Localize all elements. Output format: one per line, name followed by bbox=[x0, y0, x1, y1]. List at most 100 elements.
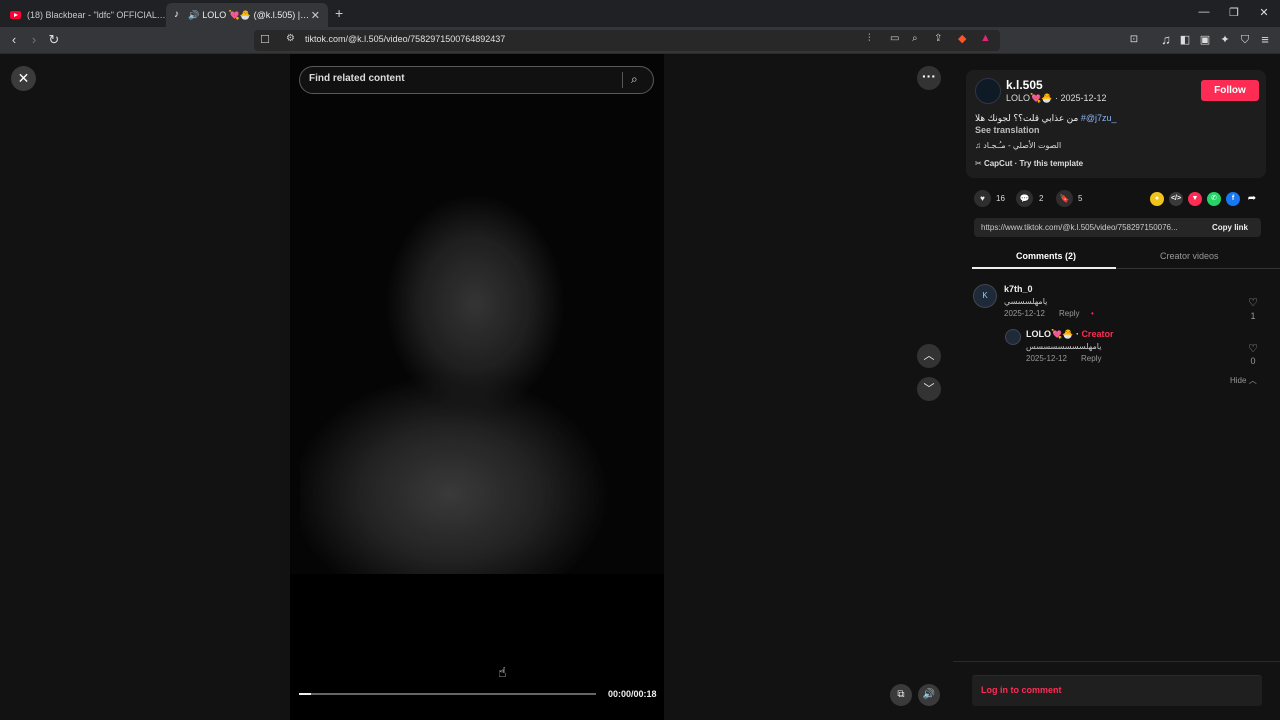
reply-date: 2025-12-12 bbox=[1026, 354, 1067, 363]
search-divider bbox=[622, 72, 623, 88]
capcut-link[interactable]: ✂ CapCut · Try this template bbox=[975, 159, 1083, 168]
reply-text: يامهلسسسسسسسس bbox=[1026, 342, 1102, 351]
bookmark-icon[interactable]: ☐ bbox=[260, 33, 270, 46]
forward-icon[interactable]: › bbox=[26, 32, 42, 48]
commenter-avatar[interactable]: K bbox=[973, 284, 997, 308]
tiktok-icon: ♪ bbox=[174, 9, 179, 20]
browser-tab-youtube[interactable]: (18) Blackbear - "ldfc" OFFICIAL VERS bbox=[0, 3, 166, 27]
comment-date: 2025-12-12 bbox=[1004, 309, 1045, 318]
address-bar[interactable]: ☐ ⚙ tiktok.com/@k.l.505/video/7582971500… bbox=[254, 30, 1000, 51]
mention-link[interactable]: #@j7zu_ bbox=[1081, 113, 1117, 123]
author-avatar[interactable] bbox=[975, 78, 1001, 104]
author-nickname: LOLO💘🐣 bbox=[1006, 93, 1053, 103]
comment-like-icon[interactable]: ♡ bbox=[1246, 296, 1260, 309]
video-frame-person bbox=[300, 194, 650, 574]
vpn-icon[interactable]: ⛉ bbox=[1237, 32, 1253, 48]
video-player[interactable] bbox=[290, 54, 664, 720]
leo-ai-icon[interactable]: ✦ bbox=[1217, 32, 1233, 48]
tab-creator-videos[interactable]: Creator videos bbox=[1160, 251, 1219, 261]
reply-like-icon[interactable]: ♡ bbox=[1246, 342, 1260, 355]
media-icon[interactable]: ♫ bbox=[1158, 32, 1174, 48]
follow-button[interactable]: Follow bbox=[1201, 80, 1259, 101]
browser-toolbar: ‹ › ↻ ☐ ⚙ tiktok.com/@k.l.505/video/7582… bbox=[0, 27, 1280, 54]
speaker-icon: 🔊 bbox=[188, 9, 200, 20]
post-date: 2025-12-12 bbox=[1060, 93, 1107, 103]
cast-icon[interactable]: ▭ bbox=[890, 33, 899, 44]
site-info-icon[interactable]: ⚙ bbox=[286, 33, 295, 44]
window-close-icon[interactable]: ✕ bbox=[1254, 6, 1274, 19]
previous-video-button[interactable]: ︿ bbox=[917, 344, 941, 368]
comment-icon[interactable]: 💬 bbox=[1016, 190, 1033, 207]
new-tab-button[interactable]: + bbox=[335, 5, 343, 21]
share-link-text[interactable]: https://www.tiktok.com/@k.l.505/video/75… bbox=[981, 223, 1204, 232]
volume-button[interactable]: 🔊 bbox=[918, 684, 940, 706]
bookmark-icon[interactable]: 🔖 bbox=[1056, 190, 1073, 207]
mouse-cursor: ☝ bbox=[498, 664, 507, 680]
comment-username[interactable]: k7th_0 bbox=[1004, 284, 1033, 294]
reader-mode-icon[interactable]: ⫶ bbox=[868, 33, 871, 44]
youtube-icon bbox=[10, 11, 21, 19]
related-search-box[interactable]: Find related content ⌕ bbox=[299, 66, 654, 94]
music-title[interactable]: الصوت الأصلي - مـُـجـاد bbox=[983, 141, 1061, 150]
comment-reply-button[interactable]: Reply bbox=[1059, 309, 1079, 318]
see-translation-link[interactable]: See translation bbox=[975, 125, 1040, 135]
comment-like-count: 1 bbox=[1250, 311, 1256, 321]
music-link[interactable]: ♫ الصوت الأصلي - مـُـجـاد bbox=[975, 141, 1061, 150]
browser-tab-strip: (18) Blackbear - "ldfc" OFFICIAL VERS ♪ … bbox=[0, 0, 1280, 27]
whatsapp-icon[interactable]: ✆ bbox=[1207, 192, 1221, 206]
embed-icon[interactable]: </> bbox=[1169, 192, 1183, 206]
close-video-button[interactable]: ✕ bbox=[11, 66, 36, 91]
music-note-icon: ♫ bbox=[975, 141, 984, 150]
share-page-icon[interactable]: ⇪ bbox=[934, 33, 942, 44]
login-to-comment-link[interactable]: Log in to comment bbox=[981, 685, 1062, 695]
progress-bar[interactable] bbox=[299, 693, 596, 695]
copy-link-button[interactable]: Copy link bbox=[1212, 223, 1248, 232]
url-text[interactable]: tiktok.com/@k.l.505/video/75829715007648… bbox=[305, 34, 505, 44]
hide-replies-button[interactable]: Hide ︿ bbox=[1230, 375, 1257, 386]
minimize-icon[interactable]: — bbox=[1194, 6, 1214, 18]
progress-fill bbox=[299, 693, 311, 695]
repost-icon[interactable]: ▼ bbox=[1188, 192, 1202, 206]
panel-tabs: Comments (2) Creator videos bbox=[972, 246, 1280, 269]
back-icon[interactable]: ‹ bbox=[6, 32, 22, 48]
more-options-button[interactable]: ··· bbox=[917, 66, 941, 90]
action-bar: ♥ 16 💬 2 🔖 5 ● </> ▼ ✆ f ➦ bbox=[966, 188, 1266, 210]
like-count: 16 bbox=[996, 194, 1005, 203]
hide-label[interactable]: Hide bbox=[1230, 376, 1246, 385]
zoom-icon[interactable]: ⌕ bbox=[912, 33, 918, 44]
search-icon[interactable]: ⌕ bbox=[631, 72, 638, 87]
tab-title: (18) Blackbear - "ldfc" OFFICIAL VERS bbox=[27, 10, 166, 20]
menu-icon[interactable]: ≡ bbox=[1257, 32, 1273, 48]
brave-rewards-icon[interactable]: ▲ bbox=[980, 32, 991, 44]
author-nickname-line: LOLO💘🐣 · 2025-12-12 bbox=[1006, 93, 1107, 104]
tab-search-icon[interactable]: ⊡ bbox=[1126, 32, 1142, 48]
creator-avatar[interactable] bbox=[1005, 329, 1021, 345]
sidebar-icon[interactable]: ◧ bbox=[1177, 32, 1193, 48]
browser-tab-tiktok[interactable]: ♪ 🔊 LOLO 💘🐣 (@k.l.505) | TikTok ✕ bbox=[166, 3, 328, 27]
reply-reply-button[interactable]: Reply bbox=[1081, 354, 1101, 363]
share-arrow-icon[interactable]: ➦ bbox=[1245, 192, 1259, 206]
capcut-text[interactable]: CapCut · Try this template bbox=[984, 159, 1083, 168]
author-username[interactable]: k.l.505 bbox=[1006, 78, 1043, 92]
restore-icon[interactable]: ❐ bbox=[1224, 6, 1244, 19]
next-video-button[interactable]: ﹀ bbox=[917, 377, 941, 401]
reload-icon[interactable]: ↻ bbox=[46, 32, 62, 48]
chevron-up-icon: ︿ bbox=[1248, 376, 1257, 385]
description-text: من عذابي قلت؟؟ لجونك هلا bbox=[975, 113, 1079, 123]
creator-badge: Creator bbox=[1081, 329, 1114, 339]
comment-text: يامهلسسسي bbox=[1004, 297, 1048, 306]
wallet-icon[interactable]: ▣ bbox=[1197, 32, 1213, 48]
coin-icon[interactable]: ● bbox=[1150, 192, 1164, 206]
close-tab-icon[interactable]: ✕ bbox=[311, 9, 320, 22]
brave-shields-icon[interactable]: ◆ bbox=[958, 32, 966, 45]
divider bbox=[953, 661, 1280, 662]
search-input[interactable]: Find related content bbox=[309, 73, 405, 84]
floating-player-button[interactable]: ⧉ bbox=[890, 684, 912, 706]
like-icon[interactable]: ♥ bbox=[974, 190, 991, 207]
reply-username[interactable]: LOLO💘🐣 bbox=[1026, 329, 1073, 339]
tab-title: LOLO 💘🐣 (@k.l.505) | TikTok bbox=[202, 9, 310, 20]
reply-username-line: LOLO💘🐣 · Creator bbox=[1026, 329, 1113, 340]
comment-login-box[interactable]: Log in to comment bbox=[972, 675, 1262, 706]
tab-comments[interactable]: Comments (2) bbox=[1016, 251, 1076, 261]
facebook-icon[interactable]: f bbox=[1226, 192, 1240, 206]
